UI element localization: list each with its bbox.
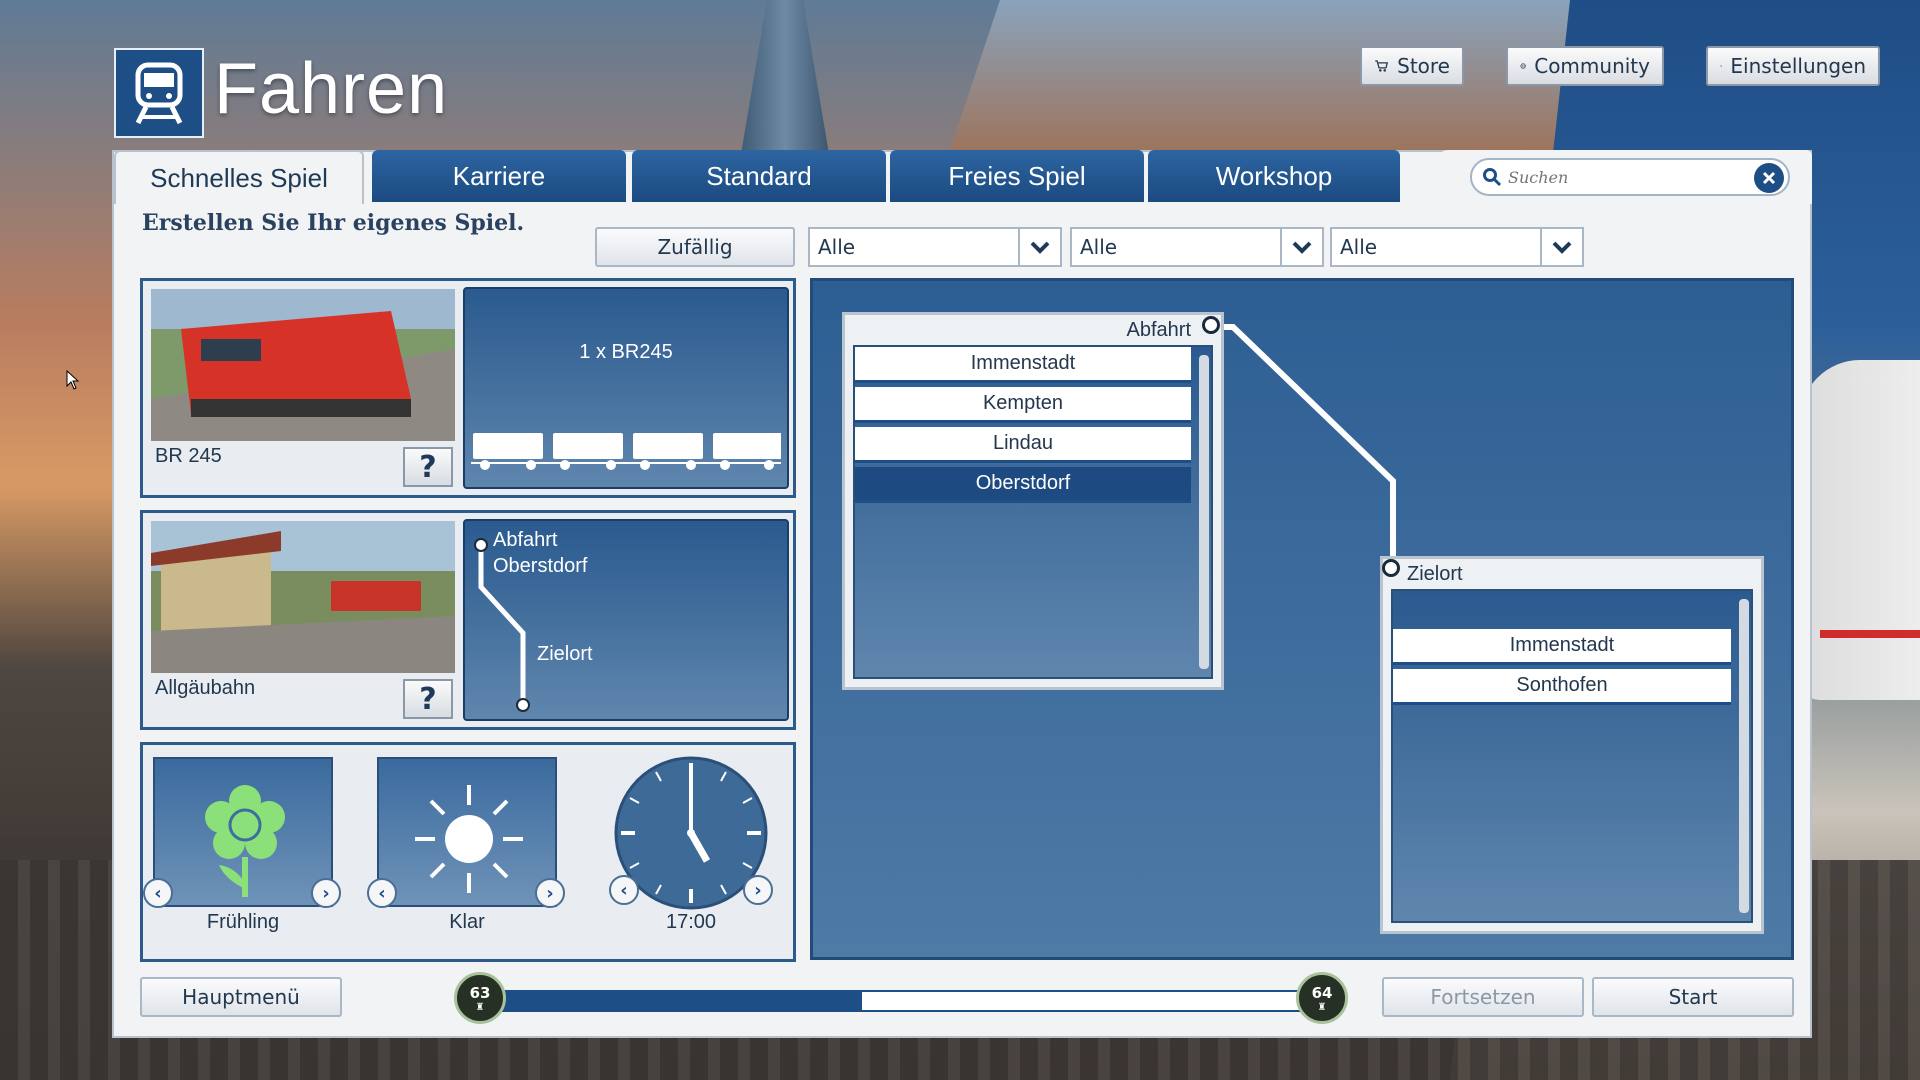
route-card[interactable]: Allgäubahn ? Abfahrt Oberstdorf Zielort — [140, 510, 796, 730]
filter-select-1[interactable]: Alle — [808, 227, 1062, 267]
list-item[interactable]: Immenstadt — [1393, 629, 1731, 665]
route-thumbnail — [151, 521, 455, 673]
tab-schnelles-spiel[interactable]: Schnelles Spiel — [114, 150, 364, 204]
departure-node — [1202, 316, 1220, 334]
time-prev-button[interactable]: ‹ — [609, 875, 639, 905]
route-start-station: Oberstdorf — [493, 555, 588, 577]
random-button[interactable]: Zufällig — [595, 227, 795, 267]
weather-label: Klar — [449, 911, 485, 933]
store-button[interactable]: Store — [1360, 46, 1464, 86]
level-badge-icon: ♜ — [475, 1001, 485, 1013]
next-level-badge: 64 ♜ — [1296, 972, 1348, 1024]
wagon-consist-icon — [471, 433, 781, 470]
xp-progress-fill — [500, 992, 862, 1010]
page-title: Fahren — [214, 49, 449, 129]
loco-thumbnail — [151, 289, 455, 441]
weather-next-button[interactable]: › — [535, 878, 565, 908]
list-item[interactable]: Kempten — [855, 387, 1191, 423]
environment-panel: ‹ › Frühling ‹ › Klar ‹ › 17:00 — [140, 742, 796, 962]
community-label: Community — [1534, 54, 1650, 78]
page-subtitle: Erstellen Sie Ihr eigenes Spiel. — [142, 210, 525, 236]
list-item-selected[interactable]: Oberstdorf — [855, 467, 1191, 503]
chevron-down-icon — [1018, 229, 1060, 265]
season-label: Frühling — [206, 911, 280, 933]
globe-icon — [1520, 63, 1526, 69]
list-item[interactable]: Sonthofen — [1393, 669, 1731, 705]
chevron-down-icon — [1280, 229, 1322, 265]
tab-karriere[interactable]: Karriere — [372, 150, 626, 202]
filter-select-3-value: Alle — [1340, 235, 1378, 259]
weather-tile[interactable] — [377, 757, 557, 907]
season-tile[interactable] — [153, 757, 333, 907]
start-button[interactable]: Start — [1592, 977, 1794, 1017]
close-icon — [1762, 171, 1776, 185]
destination-node — [1382, 559, 1400, 577]
settings-button[interactable]: Einstellungen — [1706, 46, 1880, 86]
departure-list[interactable]: Immenstadt Kempten Lindau Oberstdorf — [853, 345, 1213, 679]
season-prev-button[interactable]: ‹ — [143, 878, 173, 908]
community-button[interactable]: Community — [1506, 46, 1664, 86]
list-item[interactable]: Lindau — [855, 427, 1191, 463]
weather-prev-button[interactable]: ‹ — [367, 878, 397, 908]
current-level-value: 63 — [469, 983, 491, 1002]
loco-name: BR 245 — [155, 445, 222, 467]
mouse-cursor-icon — [66, 370, 80, 390]
route-start-label: Abfahrt — [493, 529, 558, 551]
level-badge-icon: ♜ — [1317, 1001, 1327, 1013]
search-input[interactable] — [1508, 167, 1748, 187]
season-next-button[interactable]: › — [311, 878, 341, 908]
time-label: 17:00 — [665, 911, 717, 933]
route-end-label: Zielort — [537, 643, 593, 665]
clear-search-button[interactable] — [1754, 163, 1784, 193]
destination-list[interactable]: Immenstadt Sonthofen — [1391, 589, 1753, 923]
tab-workshop[interactable]: Workshop — [1148, 150, 1400, 202]
store-label: Store — [1397, 54, 1450, 78]
departure-label: Abfahrt — [1126, 319, 1191, 341]
gear-icon — [1720, 64, 1723, 68]
settings-label: Einstellungen — [1730, 54, 1866, 78]
filter-select-2-value: Alle — [1080, 235, 1118, 259]
loco-help-button[interactable]: ? — [403, 447, 453, 487]
filter-select-1-value: Alle — [818, 235, 856, 259]
route-help-button[interactable]: ? — [403, 679, 453, 719]
time-next-button[interactable]: › — [743, 875, 773, 905]
departure-scrollbar[interactable] — [1199, 355, 1209, 669]
consist-panel: 1 x BR245 — [463, 287, 789, 489]
search-icon — [1483, 168, 1502, 187]
route-name: Allgäubahn — [155, 677, 256, 699]
destination-scrollbar[interactable] — [1739, 599, 1749, 913]
chevron-down-icon — [1540, 229, 1582, 265]
list-item[interactable]: Immenstadt — [855, 347, 1191, 383]
route-summary-panel: Abfahrt Oberstdorf Zielort — [463, 519, 789, 721]
departure-box: Abfahrt Immenstadt Kempten Lindau Oberst… — [842, 312, 1224, 690]
destination-label: Zielort — [1407, 563, 1463, 585]
main-menu-button[interactable]: Hauptmenü — [140, 977, 342, 1017]
route-start: Abfahrt Oberstdorf — [493, 527, 587, 579]
tab-standard[interactable]: Standard — [632, 150, 886, 202]
xp-progress-bar — [498, 990, 1324, 1012]
cart-icon — [1375, 60, 1389, 72]
search-box — [1470, 158, 1790, 196]
filter-select-3[interactable]: Alle — [1330, 227, 1584, 267]
destination-box: Zielort Immenstadt Sonthofen — [1380, 556, 1764, 934]
loco-card[interactable]: BR 245 ? 1 x BR245 — [140, 278, 796, 498]
continue-button[interactable]: Fortsetzen — [1382, 977, 1584, 1017]
next-level-value: 64 — [1311, 983, 1333, 1002]
current-level-badge: 63 ♜ — [454, 972, 506, 1024]
tab-freies-spiel[interactable]: Freies Spiel — [890, 150, 1144, 202]
flower-icon — [205, 785, 285, 897]
train-logo-icon — [114, 48, 204, 138]
filter-select-2[interactable]: Alle — [1070, 227, 1324, 267]
sun-icon — [415, 785, 523, 893]
consist-label: 1 x BR245 — [579, 341, 673, 363]
